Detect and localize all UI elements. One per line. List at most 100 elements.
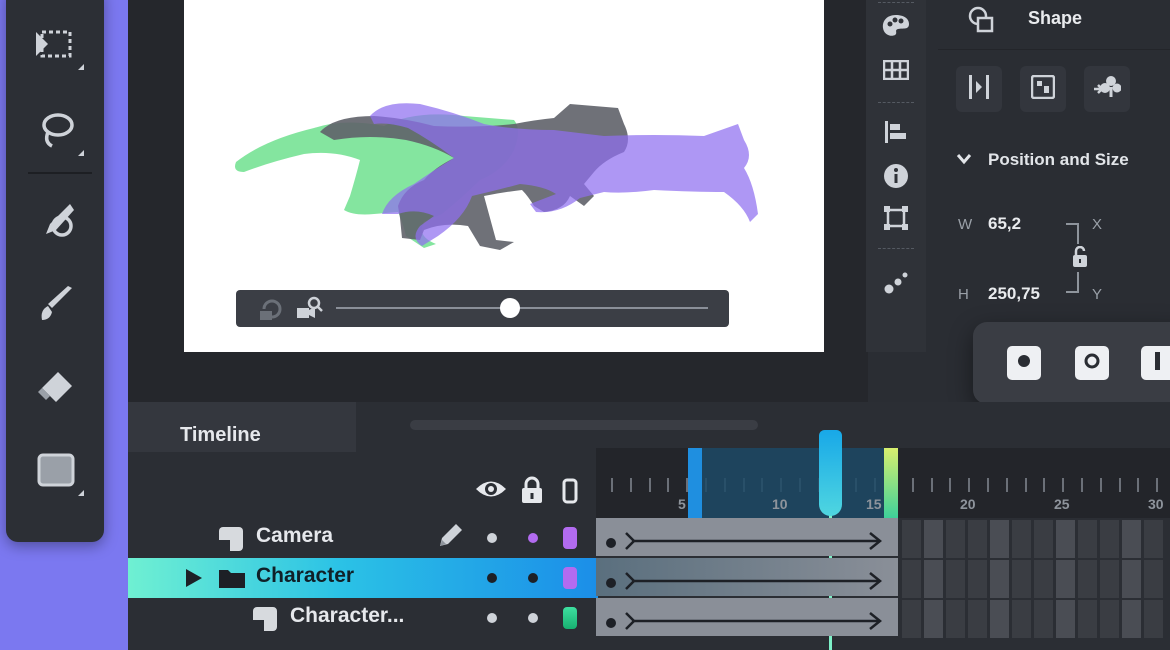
- paint-bucket-tool-button[interactable]: [30, 196, 82, 248]
- frame-cell[interactable]: [1100, 600, 1119, 638]
- crop-frame-icon: [34, 26, 78, 67]
- frame-cell[interactable]: [924, 600, 943, 638]
- frame-cell[interactable]: [1144, 520, 1163, 558]
- playhead-handle[interactable]: [819, 430, 842, 516]
- lock-dot[interactable]: [528, 573, 538, 583]
- ruler-tick: [1100, 478, 1102, 492]
- particles-button[interactable]: [880, 268, 912, 300]
- visibility-dot[interactable]: [487, 573, 497, 583]
- empty-frame-cells[interactable]: [900, 560, 1170, 598]
- lock-open-icon[interactable]: [1072, 245, 1088, 273]
- frame-cell[interactable]: [924, 560, 943, 598]
- section-title: Position and Size: [988, 150, 1129, 169]
- eye-icon[interactable]: [474, 476, 508, 507]
- timeline-scrollbar[interactable]: [410, 420, 758, 430]
- frame-cell[interactable]: [1122, 520, 1141, 558]
- camera-zoom-icon[interactable]: [296, 296, 324, 325]
- arrange-button[interactable]: [1020, 66, 1066, 112]
- layer-keyframe-track[interactable]: [596, 518, 898, 556]
- frame-cell[interactable]: [1078, 600, 1097, 638]
- layer-color-swatch[interactable]: [563, 567, 577, 589]
- ruler-label: 25: [1054, 496, 1070, 512]
- ruler-label: 5: [678, 496, 686, 512]
- frame-cell[interactable]: [990, 560, 1009, 598]
- empty-frame-cells[interactable]: [900, 600, 1170, 638]
- frame-cell[interactable]: [990, 600, 1009, 638]
- expand-arrow-icon[interactable]: [184, 567, 204, 594]
- frame-cell[interactable]: [968, 520, 987, 558]
- frame-cell[interactable]: [946, 600, 965, 638]
- playback-scrubber-knob[interactable]: [500, 298, 520, 318]
- frame-cell[interactable]: [946, 560, 965, 598]
- frame-cell[interactable]: [1034, 560, 1053, 598]
- frame-range-selection[interactable]: [690, 448, 894, 518]
- layer-name[interactable]: Character...: [290, 604, 404, 628]
- visibility-dot[interactable]: [487, 533, 497, 543]
- corner-point-button[interactable]: [1007, 346, 1041, 380]
- frame-cell[interactable]: [1012, 520, 1031, 558]
- lock-dot[interactable]: [528, 533, 538, 543]
- lasso-tool-button[interactable]: [30, 106, 84, 158]
- align-left-button[interactable]: [880, 118, 912, 150]
- brush-tool-button[interactable]: [30, 280, 82, 332]
- frame-cell[interactable]: [1012, 600, 1031, 638]
- eraser-tool-button[interactable]: [30, 364, 82, 416]
- layer-name[interactable]: Camera: [256, 524, 333, 548]
- frame-cell[interactable]: [1056, 520, 1075, 558]
- frame-cell[interactable]: [1056, 560, 1075, 598]
- transform-button[interactable]: [880, 204, 912, 236]
- frame-cell[interactable]: [902, 520, 921, 558]
- playback-scrubber-track[interactable]: [336, 307, 708, 309]
- frame-cell[interactable]: [1122, 560, 1141, 598]
- frame-cell[interactable]: [902, 600, 921, 638]
- frame-cell[interactable]: [1100, 560, 1119, 598]
- chevron-down-icon[interactable]: [956, 152, 972, 170]
- empty-frame-cells[interactable]: [900, 520, 1170, 558]
- tool-divider: [28, 172, 92, 174]
- frame-cell[interactable]: [1034, 600, 1053, 638]
- layer-color-icon[interactable]: [562, 478, 578, 509]
- visibility-dot[interactable]: [487, 613, 497, 623]
- frame-cell[interactable]: [1012, 560, 1031, 598]
- frame-cell[interactable]: [1122, 600, 1141, 638]
- symmetric-point-button[interactable]: [1141, 346, 1170, 380]
- frame-cell[interactable]: [968, 560, 987, 598]
- frame-cell[interactable]: [1078, 520, 1097, 558]
- frame-cell[interactable]: [1144, 560, 1163, 598]
- layer-color-swatch[interactable]: [563, 607, 577, 629]
- frame-cell[interactable]: [1056, 600, 1075, 638]
- frame-cell[interactable]: [1078, 560, 1097, 598]
- frame-cell[interactable]: [946, 520, 965, 558]
- layer-color-swatch[interactable]: [563, 527, 577, 549]
- layer-keyframe-track[interactable]: [596, 598, 898, 636]
- crop-tool-button[interactable]: [30, 20, 84, 72]
- frame-cell[interactable]: [902, 560, 921, 598]
- pencil-icon[interactable]: [436, 522, 464, 555]
- symbol-button[interactable]: [1084, 66, 1130, 112]
- layer-keyframe-track[interactable]: [596, 558, 898, 596]
- lock-icon[interactable]: [520, 476, 544, 509]
- rewind-camera-icon[interactable]: [258, 297, 286, 326]
- info-button[interactable]: [880, 162, 912, 194]
- range-end-handle[interactable]: [884, 448, 898, 518]
- frame-cell[interactable]: [1100, 520, 1119, 558]
- width-value[interactable]: 65,2: [988, 214, 1021, 234]
- rectangle-tool-button[interactable]: [30, 446, 84, 498]
- lock-dot[interactable]: [528, 613, 538, 623]
- frame-cell[interactable]: [1034, 520, 1053, 558]
- height-value[interactable]: 250,75: [988, 284, 1040, 304]
- playback-bar: [236, 290, 729, 327]
- frame-cell[interactable]: [924, 520, 943, 558]
- distribute-button[interactable]: [956, 66, 1002, 112]
- grid-icon: [882, 59, 910, 85]
- smooth-point-button[interactable]: [1075, 346, 1109, 380]
- palette-button[interactable]: [880, 12, 912, 44]
- ruler-tick: [931, 478, 933, 492]
- layer-name[interactable]: Character: [256, 564, 354, 588]
- range-start-handle[interactable]: [688, 448, 702, 518]
- frame-cell[interactable]: [1144, 600, 1163, 638]
- frame-cell[interactable]: [968, 600, 987, 638]
- grid-button[interactable]: [880, 56, 912, 88]
- transform-icon: [883, 205, 909, 236]
- frame-cell[interactable]: [990, 520, 1009, 558]
